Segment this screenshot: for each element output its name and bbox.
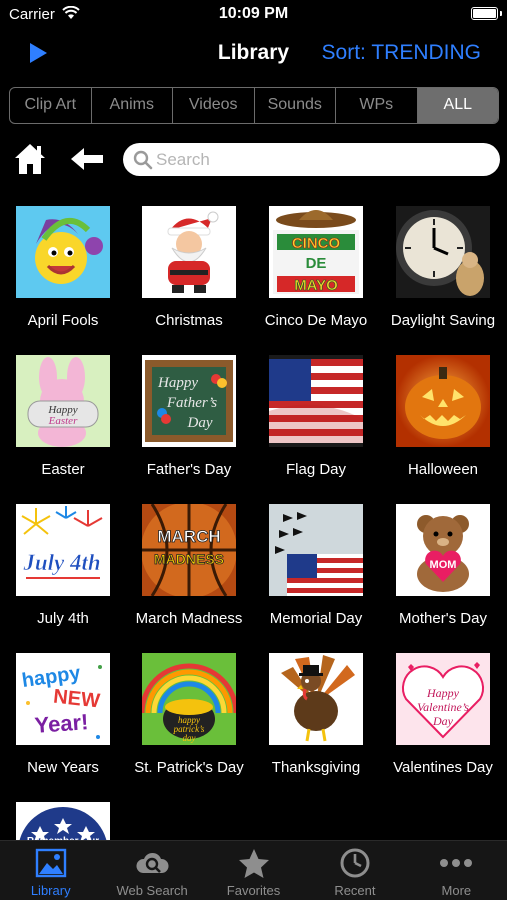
search-bar[interactable] xyxy=(123,143,500,176)
tab-web-search[interactable]: Web Search xyxy=(101,841,202,900)
navigation-bar: Library Sort: TRENDING xyxy=(0,30,507,80)
svg-text:MOM: MOM xyxy=(430,559,457,571)
library-item-label: Memorial Day xyxy=(269,610,363,627)
tab-library[interactable]: Library xyxy=(0,841,101,900)
segment-anims[interactable]: Anims xyxy=(92,88,173,123)
library-item-label: July 4th xyxy=(37,610,89,627)
thumbnail-image[interactable] xyxy=(396,355,490,447)
library-item-label: Father's Day xyxy=(146,461,232,478)
svg-text:Valentine’s: Valentine’s xyxy=(417,700,469,714)
sort-button[interactable]: Sort: TRENDING xyxy=(322,41,481,65)
svg-text:Happy: Happy xyxy=(426,686,460,700)
thumbnail-image[interactable]: MOM xyxy=(396,504,490,596)
clock-icon xyxy=(340,848,370,878)
status-bar: Carrier 10:09 PM xyxy=(0,0,507,30)
svg-text:Happy: Happy xyxy=(157,375,198,391)
thumbnail-image[interactable] xyxy=(396,206,490,298)
segment-clip-art[interactable]: Clip Art xyxy=(10,88,92,123)
library-item-thanksgiving[interactable]: Thanksgiving xyxy=(253,653,379,793)
library-item-flag-day[interactable]: Flag Day xyxy=(253,355,379,495)
library-item-st-patrick-s-day[interactable]: happy patrick’s day St. Patrick's Day xyxy=(126,653,252,793)
thumbnail-image[interactable] xyxy=(16,206,110,298)
segment-videos[interactable]: Videos xyxy=(173,88,255,123)
library-item-memorial-day[interactable]: Memorial Day xyxy=(253,504,379,644)
tab-label: Library xyxy=(30,883,71,898)
category-segmented-control: Clip Art Anims Videos Sounds WPs ALL xyxy=(9,87,499,124)
thumbnail-image[interactable]: MARCH MADNESS xyxy=(142,504,236,596)
home-icon[interactable] xyxy=(14,142,46,176)
search-toolbar xyxy=(0,140,507,180)
svg-text:MAYO: MAYO xyxy=(294,277,338,294)
battery-icon xyxy=(471,7,502,20)
library-item-label: Cinco De Mayo xyxy=(264,312,368,329)
segment-wps[interactable]: WPs xyxy=(336,88,418,123)
thumbnail-image[interactable]: happy NEW Year! xyxy=(16,653,110,745)
segment-all[interactable]: ALL xyxy=(417,88,498,123)
library-item-label: March Madness xyxy=(135,610,243,627)
library-item-christmas[interactable]: Christmas xyxy=(126,206,252,346)
thumbnail-image[interactable]: happy patrick’s day xyxy=(142,653,236,745)
svg-text:MARCH: MARCH xyxy=(157,527,220,546)
library-item-july-4th[interactable]: July 4th July 4th xyxy=(0,504,126,644)
library-item-label: New Years xyxy=(27,759,99,776)
photo-icon xyxy=(35,848,66,878)
search-icon xyxy=(133,150,153,170)
svg-text:MADNESS: MADNESS xyxy=(154,551,224,567)
more-dots-icon xyxy=(440,859,473,867)
tab-favorites[interactable]: Favorites xyxy=(203,841,304,900)
svg-text:July 4th: July 4th xyxy=(22,550,100,575)
library-item-new-years[interactable]: happy NEW Year! New Years xyxy=(0,653,126,793)
library-item-label: Valentines Day xyxy=(393,759,493,776)
library-item-march-madness[interactable]: MARCH MADNESS March Madness xyxy=(126,504,252,644)
tab-more[interactable]: More xyxy=(406,841,507,900)
thumbnail-image[interactable] xyxy=(269,653,363,745)
tab-recent[interactable]: Recent xyxy=(304,841,405,900)
thumbnail-image[interactable] xyxy=(269,504,363,596)
clock-time: 10:09 PM xyxy=(218,5,289,22)
library-item-label: Easter xyxy=(41,461,85,478)
thumbnail-image[interactable]: July 4th xyxy=(16,504,110,596)
thumbnail-image[interactable]: Happy Father’s Day xyxy=(142,355,236,447)
library-item-label: Thanksgiving xyxy=(271,759,361,776)
thumbnail-image[interactable]: Happy Valentine’s Day xyxy=(396,653,490,745)
back-arrow-icon[interactable] xyxy=(70,147,104,171)
library-item-mother-s-day[interactable]: MOM Mother's Day xyxy=(380,504,506,644)
tab-label: Recent xyxy=(334,883,376,898)
library-item-easter[interactable]: Happy Easter Easter xyxy=(0,355,126,495)
svg-text:Easter: Easter xyxy=(48,415,78,427)
tab-label: Favorites xyxy=(226,883,281,898)
cloud-search-icon xyxy=(136,852,169,873)
svg-text:CINCO: CINCO xyxy=(292,235,341,252)
svg-text:Day: Day xyxy=(432,714,454,728)
svg-text:Year!: Year! xyxy=(34,709,89,738)
search-input[interactable] xyxy=(156,147,486,172)
tab-bar: Library Web Search Favorites Recent More xyxy=(0,840,507,900)
tab-label: More xyxy=(441,883,472,898)
library-item-label: Christmas xyxy=(155,312,223,329)
library-item-halloween[interactable]: Halloween xyxy=(380,355,506,495)
library-item-label: Daylight Saving xyxy=(390,312,496,329)
library-item-cinco-de-mayo[interactable]: CINCO DE MAYO Cinco De Mayo xyxy=(253,206,379,346)
thumbnail-image[interactable] xyxy=(269,355,363,447)
library-item-label: Flag Day xyxy=(285,461,347,478)
tab-label: Web Search xyxy=(116,883,188,898)
svg-text:Father’s: Father’s xyxy=(166,395,217,411)
library-item-daylight-saving[interactable]: Daylight Saving xyxy=(380,206,506,346)
library-item-label: Halloween xyxy=(407,461,479,478)
star-icon xyxy=(238,849,269,878)
library-item-valentines-day[interactable]: Happy Valentine’s Day Valentines Day xyxy=(380,653,506,793)
library-item-label: Mother's Day xyxy=(399,610,487,627)
library-item-father-s-day[interactable]: Happy Father’s Day Father's Day xyxy=(126,355,252,495)
thumbnail-image[interactable] xyxy=(142,206,236,298)
thumbnail-image[interactable]: CINCO DE MAYO xyxy=(269,206,363,298)
library-item-april-fools[interactable]: April Fools xyxy=(0,206,126,346)
svg-text:Day: Day xyxy=(187,415,213,431)
library-item-label: April Fools xyxy=(27,312,99,329)
thumbnail-image[interactable]: Happy Easter xyxy=(16,355,110,447)
svg-text:DE: DE xyxy=(306,255,327,272)
svg-text:day: day xyxy=(183,733,196,743)
library-item-label: St. Patrick's Day xyxy=(134,759,244,776)
segment-sounds[interactable]: Sounds xyxy=(255,88,336,123)
